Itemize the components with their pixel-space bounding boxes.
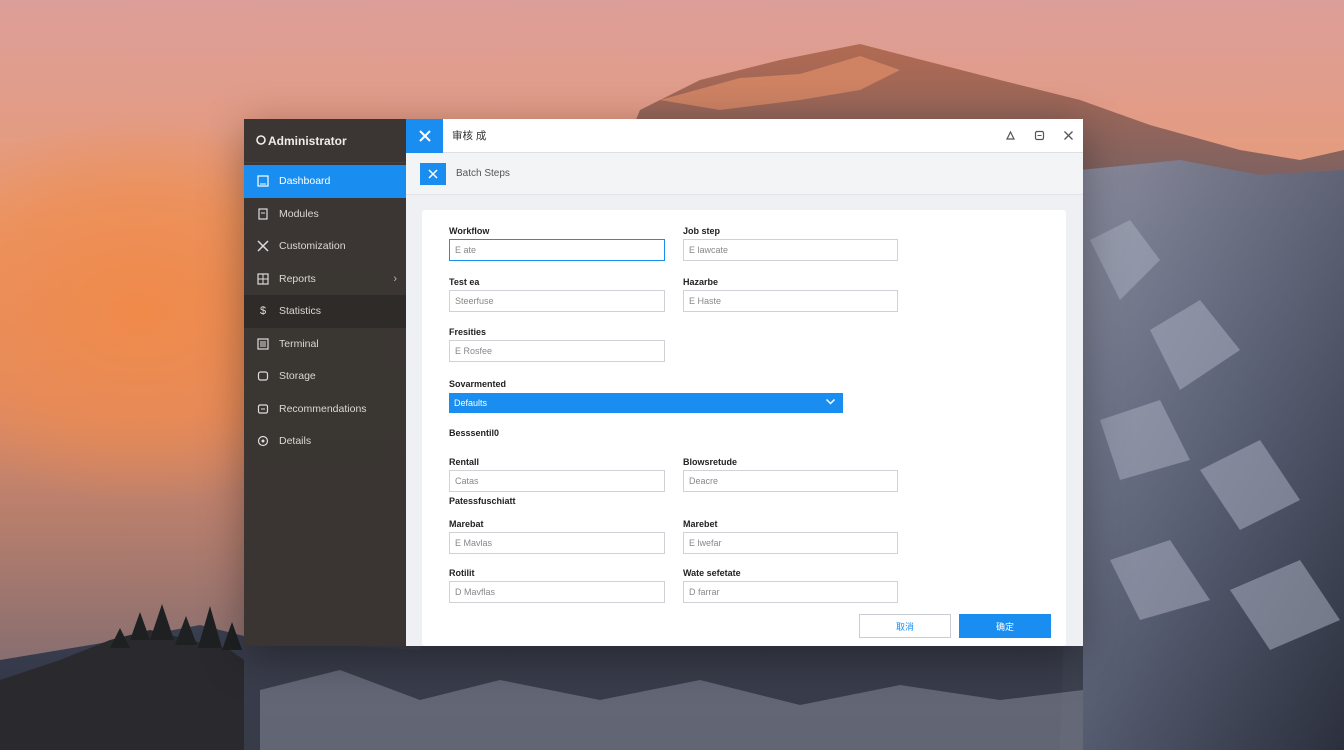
sidebar-item-storage[interactable]: Storage [244,360,406,393]
sidebar-item-terminal[interactable]: Terminal [244,328,406,361]
select-value: Defaults [454,398,488,408]
sidebar-item-dashboard[interactable]: Dashboard [244,165,406,198]
sidebar-item-label: Reports [279,272,316,285]
window-title: 审核 成 [452,130,487,142]
list-icon [256,337,270,351]
sidebar: Administrator Dashboard Modules Customiz… [244,119,406,646]
cancel-button[interactable]: 取消 [859,614,951,638]
sidebar-nav: Dashboard Modules Customization Reports … [244,165,406,458]
workflow-input[interactable]: E ate [449,239,665,261]
tools-icon [256,239,270,253]
sidebar-item-label: Terminal [279,337,319,350]
close-icon[interactable] [1054,119,1083,153]
sidebar-item-label: Dashboard [279,175,331,188]
sidebar-item-label: Statistics [279,305,322,318]
save-icon[interactable] [1025,119,1054,153]
confirm-button[interactable]: 确定 [959,614,1051,638]
field-label: Marebet [683,519,718,529]
sidebar-item-details[interactable]: Details [244,425,406,458]
section-title: Besssentil0 [449,428,500,438]
sidebar-item-recommendations[interactable]: Recommendations [244,393,406,426]
marebat-input[interactable]: E Mavlas [449,532,665,554]
gear-icon [256,434,270,448]
job-step-input[interactable]: E lawcate [683,239,898,261]
dollar-icon: $ [259,305,267,318]
sidebar-item-label: Customization [279,240,346,253]
toolbar-tools-button[interactable] [420,162,446,185]
field-label: Test ea [449,277,480,287]
toolbar: Batch Steps [406,153,1083,195]
pin-icon[interactable] [996,119,1025,153]
sidebar-item-label: Details [279,435,312,448]
marebet-input[interactable]: E lwefar [683,532,898,554]
toolbar-label: Batch Steps [456,168,510,179]
document-icon [256,207,270,221]
section-title: Patessfuschiatt [449,496,516,506]
field-label: Rentall [449,457,480,467]
sidebar-header: Administrator [244,119,406,163]
defaults-select[interactable]: Defaults [449,393,843,413]
fresities-input[interactable]: E Rosfee [449,340,665,362]
sidebar-title: Administrator [268,133,347,148]
blowsretude-input[interactable]: Deacre [683,470,898,492]
sidebar-item-reports[interactable]: Reports › [244,263,406,296]
sidebar-item-label: Storage [279,370,316,383]
sidebar-item-customization[interactable]: Customization [244,230,406,263]
square-icon [256,174,270,188]
field-label: Fresities [449,327,487,337]
field-label: Blowsretude [683,457,738,467]
field-label: Rotilit [449,568,475,578]
titlebar-actions [996,119,1083,153]
rotilit-input[interactable]: D Mavflas [449,581,665,603]
hazard-input[interactable]: E Haste [683,290,898,312]
wate-input[interactable]: D farrar [683,581,898,603]
sidebar-item-label: Modules [279,207,319,220]
select-label: Sovarmented [449,379,507,389]
sidebar-item-statistics[interactable]: $ Statistics [244,295,406,328]
folder-icon [256,402,270,416]
field-label: Wate sefetate [683,568,741,578]
rentall-input[interactable]: Catas [449,470,665,492]
box-icon [256,369,270,383]
app-logo-icon [256,134,266,148]
titlebar-tools-icon [406,118,443,153]
field-label: Marebat [449,519,484,529]
chevron-right-icon: › [393,272,397,285]
field-label: Hazarbe [683,277,719,287]
chevron-down-icon [825,396,836,409]
field-label: Workflow [449,226,490,236]
sidebar-item-modules[interactable]: Modules [244,198,406,231]
form-card: Workflow E ate Job step E lawcate Test e… [422,210,1066,646]
settings-window: Administrator Dashboard Modules Customiz… [244,118,1083,646]
main-panel: 审核 成 Batch Steps Workflow E ate Job step… [406,118,1083,646]
sidebar-item-label: Recommendations [279,402,367,415]
field-label: Job step [683,226,721,236]
test-input[interactable]: Steerfuse [449,290,665,312]
grid-icon [256,272,270,286]
window-titlebar: 审核 成 [406,118,1083,153]
